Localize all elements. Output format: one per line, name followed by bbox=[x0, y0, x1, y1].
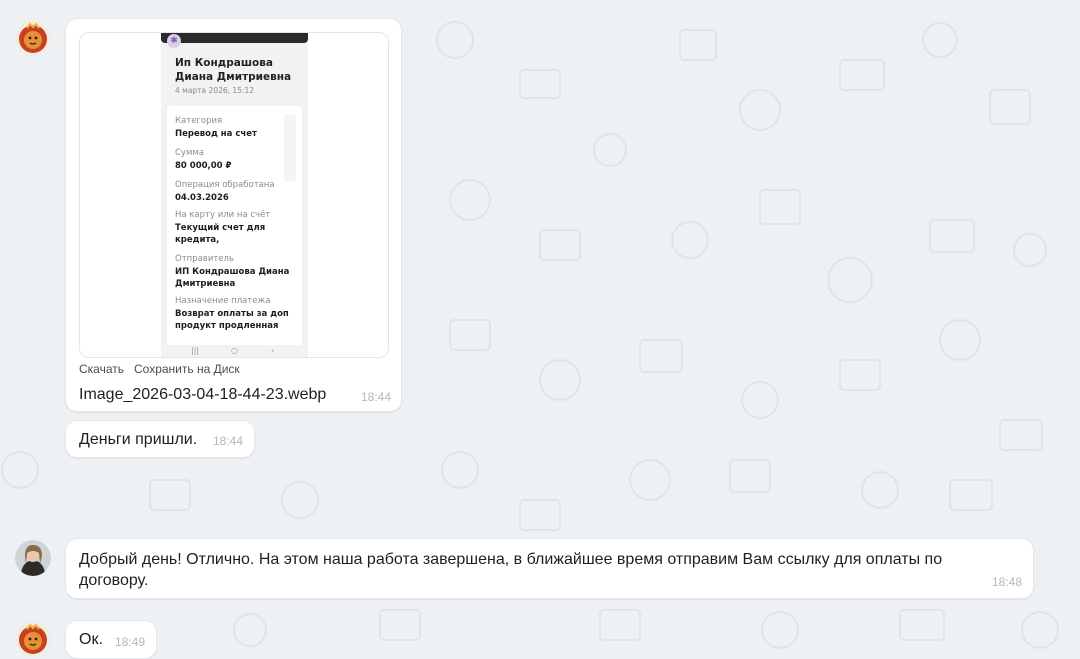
message-bubble: Добрый день! Отлично. На этом наша работ… bbox=[65, 538, 1034, 599]
lion-avatar[interactable] bbox=[15, 621, 51, 657]
image-message-bubble: ✱ Ип Кондрашова Диана Дмитриевна 4 марта… bbox=[65, 18, 402, 412]
save-to-disk-link[interactable]: Сохранить на Диск bbox=[134, 362, 240, 376]
woman-avatar[interactable] bbox=[15, 540, 51, 576]
message-bubble: Деньги пришли. 18:44 bbox=[65, 420, 255, 458]
lion-avatar[interactable] bbox=[15, 20, 51, 56]
category-label: Категория bbox=[175, 116, 223, 126]
category-value: Перевод на счет bbox=[175, 129, 257, 139]
message-bubble: Ок. 18:49 bbox=[65, 620, 157, 659]
amount-value: 80 000,00 ₽ bbox=[175, 161, 232, 171]
image-attachment[interactable]: ✱ Ип Кондрашова Диана Дмитриевна 4 марта… bbox=[79, 32, 389, 358]
file-name[interactable]: Image_2026-03-04-18-44-23.webp bbox=[79, 386, 326, 404]
processed-value: 04.03.2026 bbox=[175, 193, 229, 203]
back-icon: ‹ bbox=[271, 346, 275, 355]
purpose-value: Возврат оплаты за доп продукт продленная bbox=[175, 309, 289, 331]
sender-value: ИП Кондрашова Диана Дмитриевна bbox=[175, 267, 290, 289]
redaction bbox=[225, 233, 275, 244]
message-time: 18:44 bbox=[213, 434, 244, 448]
phone-status-bar bbox=[161, 33, 308, 43]
receipt-title: Ип Кондрашова Диана Дмитриевна bbox=[175, 57, 292, 83]
receipt-card: Категория Перевод на счет Сумма 80 000,0… bbox=[167, 106, 302, 346]
purpose-label: Назначение платежа bbox=[175, 296, 271, 306]
home-icon: ○ bbox=[231, 346, 238, 355]
message-time: 18:49 bbox=[115, 635, 146, 649]
phone-nav-bar: ||| ○ ‹ bbox=[161, 345, 308, 357]
message-text: Деньги пришли. bbox=[79, 431, 198, 448]
processed-label: Операция обработана bbox=[175, 180, 275, 190]
sender-label: Отправитель bbox=[175, 254, 234, 264]
receipt-screenshot: ✱ Ип Кондрашова Диана Дмитриевна 4 марта… bbox=[161, 33, 308, 357]
message-time: 18:44 bbox=[361, 390, 392, 404]
receipt-date: 4 марта 2026, 15:12 bbox=[175, 86, 254, 95]
message-text: Ок. bbox=[79, 631, 103, 648]
message-text: Добрый день! Отлично. На этом наша работ… bbox=[79, 551, 943, 589]
bank-logo-icon: ✱ bbox=[167, 34, 181, 48]
download-link[interactable]: Скачать bbox=[79, 362, 124, 376]
amount-label: Сумма bbox=[175, 148, 204, 158]
message-time: 18:48 bbox=[992, 575, 1023, 589]
recents-icon: ||| bbox=[191, 346, 200, 355]
to-label: На карту или на счёт bbox=[175, 210, 271, 220]
